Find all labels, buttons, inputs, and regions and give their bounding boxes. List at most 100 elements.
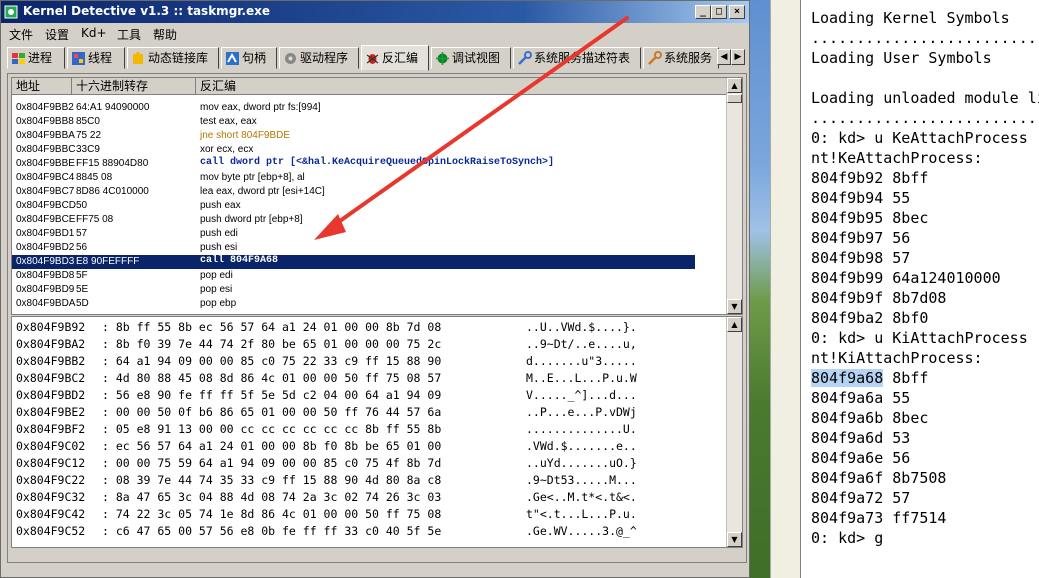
- hex-bytes: : 8b f0 39 7e 44 74 2f 80 be 65 01 00 00…: [102, 337, 442, 351]
- disassembly-row[interactable]: 0x804F9BCE FF75 08 push dword ptr [ebp+8]: [12, 213, 695, 227]
- disassembly-row[interactable]: 0x804F9BD2 56 push esi: [12, 241, 695, 255]
- tab-label: 反汇编: [382, 51, 419, 65]
- scroll-down-icon[interactable]: ▼: [727, 299, 742, 314]
- hex-bytes: : 00 00 50 0f b6 86 65 01 00 00 50 ff 76…: [102, 405, 442, 419]
- hex-address: 0x804F9BE2: [16, 405, 86, 419]
- row-address: 0x804F9BD9: [16, 284, 75, 295]
- debugger-output-line: 0: kd> u KiAttachProcess: [811, 329, 1028, 347]
- disassembler-panel: 地址 十六进制转存 反汇编 0x804F9BB2 64:A1 94090000 mo…: [7, 73, 747, 563]
- hex-ascii: .Ge<..M.t*<.t&<.: [526, 490, 637, 504]
- hex-ascii: ..uYd.......uO.}: [526, 456, 637, 470]
- tab-disassembler[interactable]: 反汇编: [361, 45, 429, 71]
- tab-system-services[interactable]: 系统服务: [643, 47, 719, 69]
- row-address: 0x804F9BBA: [16, 130, 75, 141]
- tab-processes[interactable]: 进程: [7, 47, 65, 69]
- debugger-output-line: 804f9b9f 8b7d08: [811, 289, 947, 307]
- menu-file[interactable]: 文件: [9, 26, 33, 43]
- disassembly-row[interactable]: 0x804F9BB2 64:A1 94090000 mov eax, dword p…: [12, 101, 695, 115]
- hex-ascii: .Ge.WV.....3.@_^: [526, 524, 637, 538]
- menu-tools[interactable]: 工具: [117, 26, 141, 43]
- disassembly-row[interactable]: 0x804F9BDA 5D pop ebp: [12, 297, 695, 311]
- app-icon: [4, 5, 18, 19]
- row-hex: 50: [76, 200, 88, 211]
- debugger-output-line: 804f9a6b 8bec: [811, 409, 929, 427]
- debugger-output-line: 804f9a6a 55: [811, 389, 911, 407]
- hex-bytes: : 74 22 3c 05 74 1e 8d 86 4c 01 00 00 50…: [102, 507, 442, 521]
- hex-scrollbar[interactable]: ▲ ▼: [726, 317, 742, 547]
- minimize-button[interactable]: _: [695, 5, 711, 19]
- hex-address: 0x804F9C02: [16, 439, 86, 453]
- row-address: 0x804F9BD2: [16, 242, 75, 253]
- scroll-thumb[interactable]: [727, 94, 742, 103]
- tab-handles[interactable]: 句柄: [221, 47, 277, 69]
- scroll-up-icon[interactable]: ▲: [727, 78, 742, 93]
- row-address: 0x804F9BC7: [16, 186, 75, 197]
- debugger-output-line: 804f9a73 ff7514: [811, 509, 947, 527]
- hex-ascii: ..P...e...P.vDWj: [526, 405, 637, 419]
- disassembly-row[interactable]: 0x804F9BD8 5F pop edi: [12, 269, 695, 283]
- scroll-up-icon[interactable]: ▲: [727, 317, 742, 332]
- debugger-output-line: 804f9b94 55: [811, 189, 911, 207]
- hex-dump-view[interactable]: 0x804F9B92: 8b ff 55 8b ec 56 57 64 a1 2…: [11, 316, 743, 548]
- row-hex: 8845 08: [76, 172, 113, 183]
- hex-ascii: M..E...L...P.u.W: [526, 371, 637, 385]
- row-instruction: lea eax, dword ptr [esi+14C]: [200, 186, 325, 197]
- row-address: 0x804F9BD8: [16, 270, 75, 281]
- row-address: 0x804F9BD3: [16, 256, 75, 267]
- row-address: 0x804F9BCE: [16, 214, 76, 225]
- wrench-icon: [648, 51, 662, 65]
- hex-bytes: : 64 a1 94 09 00 00 85 c0 75 22 33 c9 ff…: [102, 354, 442, 368]
- disassembly-row[interactable]: 0x804F9BB8 85C0 test eax, eax: [12, 115, 695, 129]
- disassembly-list[interactable]: 地址 十六进制转存 反汇编 0x804F9BB2 64:A1 94090000 mo…: [11, 77, 743, 315]
- tab-dlls[interactable]: 动态链接库: [127, 47, 219, 69]
- disassembly-row[interactable]: 0x804F9BD3 E8 90FEFFFF call 804F9A68: [12, 255, 695, 269]
- debugger-output-line: 804f9b98 57: [811, 249, 911, 267]
- hex-bytes: : 8a 47 65 3c 04 88 4d 08 74 2a 3c 02 74…: [102, 490, 442, 504]
- disassembly-row[interactable]: 0x804F9BCD 50 push eax: [12, 199, 695, 213]
- tab-debug-view[interactable]: 调试视图: [431, 47, 511, 69]
- menu-help[interactable]: 帮助: [153, 26, 177, 43]
- disassembly-row[interactable]: 0x804F9BC7 8D86 4C010000 lea eax, dword pt…: [12, 185, 695, 199]
- disassembly-row[interactable]: 0x804F9BBE FF15 88904D80 call dword ptr [<…: [12, 157, 695, 171]
- column-header-address[interactable]: 地址: [12, 78, 72, 95]
- tab-label: 进程: [28, 51, 53, 65]
- disassembly-scrollbar[interactable]: ▲ ▼: [726, 78, 742, 314]
- disassembly-row[interactable]: 0x804F9BD1 57 push edi: [12, 227, 695, 241]
- row-instruction: call dword ptr [<&hal.KeAcquireQueuedSpi…: [200, 157, 555, 168]
- tab-ssdt[interactable]: 系统服务描述符表: [513, 47, 641, 69]
- maximize-button[interactable]: □: [711, 5, 727, 19]
- debugger-output-line: Loading User Symbols: [811, 49, 992, 67]
- debugger-output-line: 0: kd> g: [811, 529, 884, 547]
- hex-ascii: ..9~Dt/..e....u,: [526, 337, 637, 351]
- tab-scroll-right-icon[interactable]: ▶: [731, 49, 745, 65]
- menu-kdplus[interactable]: Kd+: [81, 26, 107, 40]
- close-button[interactable]: ×: [729, 5, 745, 19]
- line-remainder: 8bff: [883, 369, 929, 387]
- disassembly-row[interactable]: 0x804F9BBA 75 22 jne short 804F9BDE: [12, 129, 695, 143]
- tab-label: 调试视图: [452, 51, 501, 65]
- row-instruction: push dword ptr [ebp+8]: [200, 214, 303, 225]
- debugger-output-line: 804f9b92 8bff: [811, 169, 929, 187]
- title-bar[interactable]: Kernel Detective v1.3 :: taskmgr.exe _ □…: [1, 1, 749, 23]
- disassembly-row[interactable]: 0x804F9BBC 33C9 xor ecx, ecx: [12, 143, 695, 157]
- menu-settings[interactable]: 设置: [45, 26, 69, 43]
- column-header-disasm[interactable]: 反汇编: [196, 78, 728, 95]
- tab-label: 驱动程序: [300, 51, 349, 65]
- desktop-background: [750, 0, 801, 578]
- menu-bar: 文件 设置 Kd+ 工具 帮助: [1, 23, 749, 43]
- bug-icon: [366, 54, 379, 64]
- column-header-hex[interactable]: 十六进制转存: [72, 78, 196, 95]
- background-window-edge: [770, 0, 801, 578]
- hex-ascii: ..............U.: [526, 422, 637, 436]
- disassembly-row[interactable]: 0x804F9BD9 5E pop esi: [12, 283, 695, 297]
- debugger-output-window[interactable]: Loading Kernel Symbols..................…: [800, 0, 1039, 578]
- tab-drivers[interactable]: 驱动程序: [279, 47, 359, 69]
- tab-scroll-left-icon[interactable]: ◀: [717, 49, 731, 65]
- tab-threads[interactable]: 线程: [67, 47, 125, 69]
- wrench-icon: [518, 51, 532, 65]
- puzzle-icon: [133, 52, 143, 64]
- hex-bytes: : 08 39 7e 44 74 35 33 c9 ff 15 88 90 4d…: [102, 473, 442, 487]
- debugger-output-line: 804f9b97 56: [811, 229, 911, 247]
- disassembly-row[interactable]: 0x804F9BC4 8845 08 mov byte ptr [ebp+8], a…: [12, 171, 695, 185]
- scroll-down-icon[interactable]: ▼: [727, 532, 742, 547]
